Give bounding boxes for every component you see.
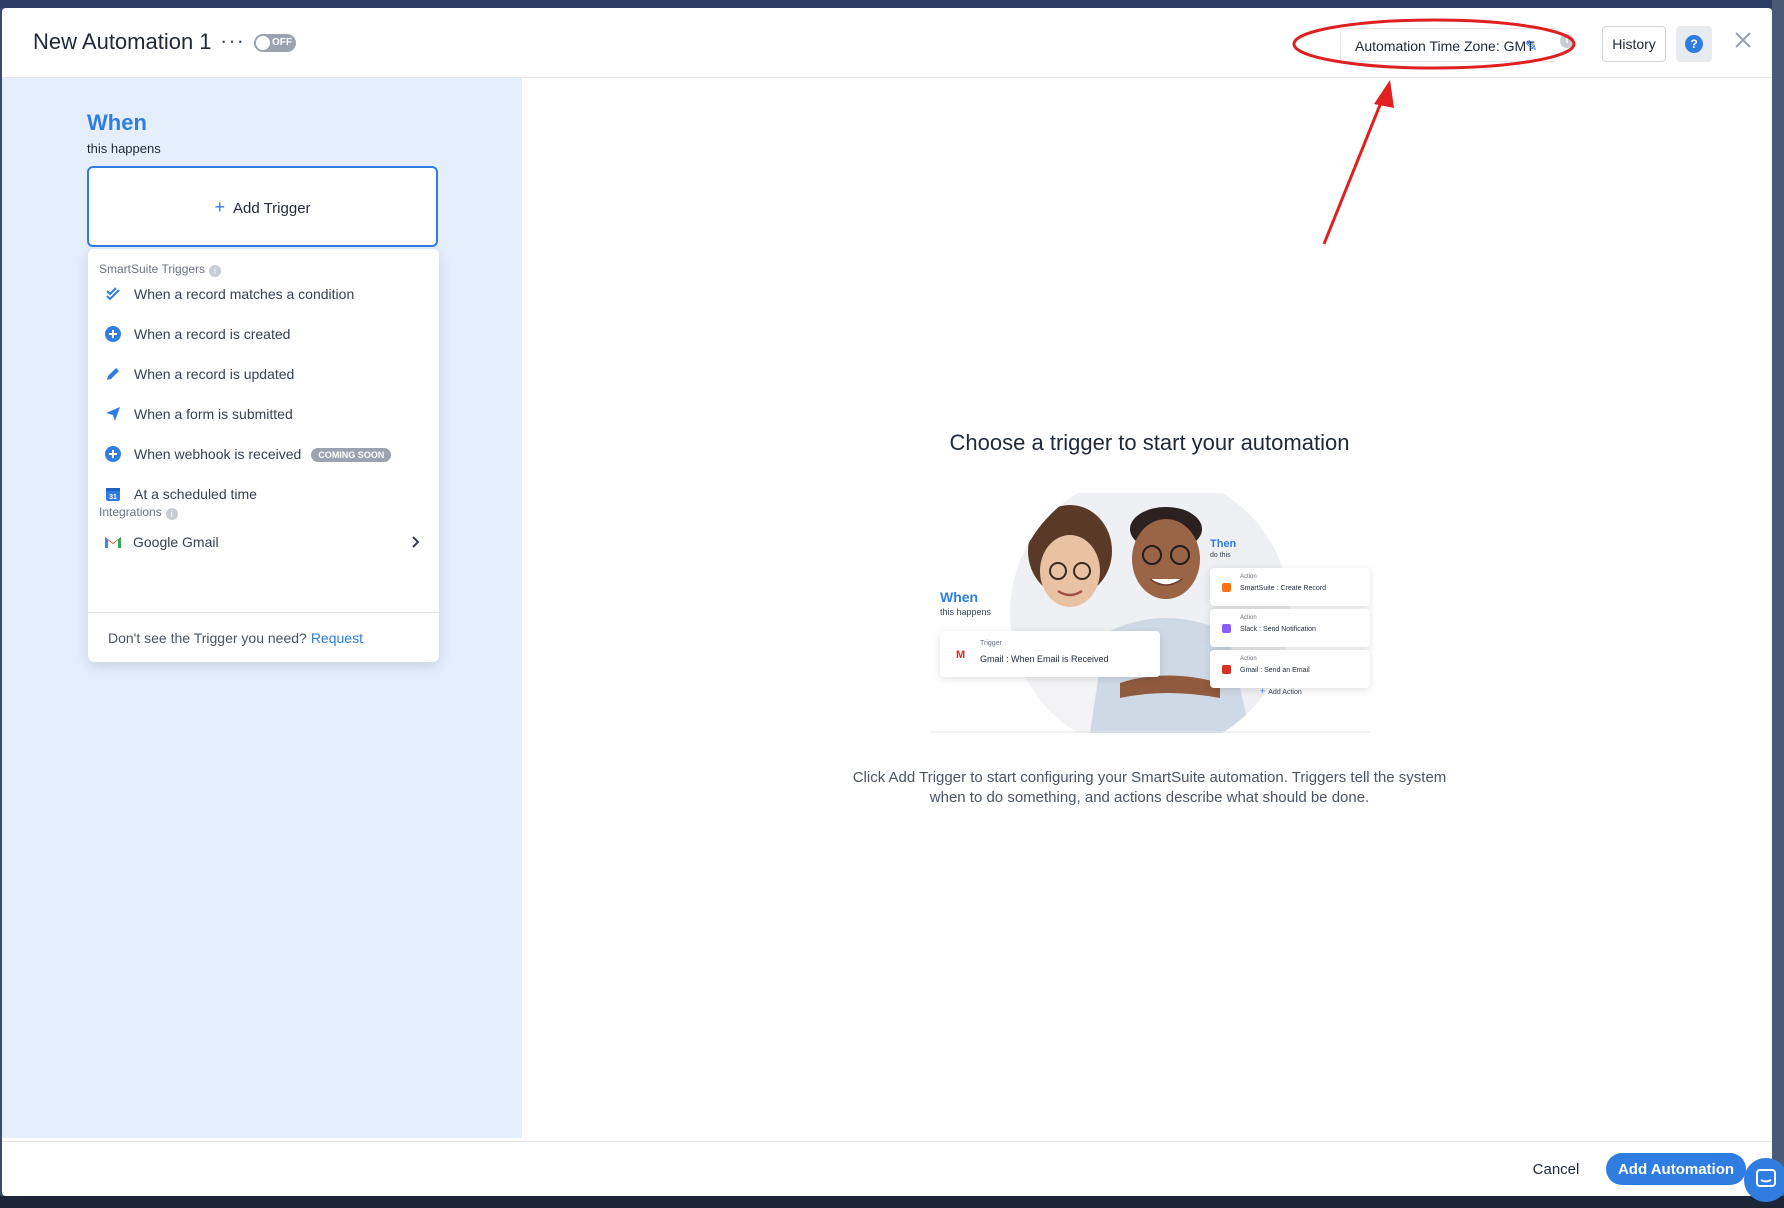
trigger-record-created[interactable]: When a record is created <box>88 317 439 351</box>
illustration-then: Then <box>1210 538 1237 550</box>
when-title: When <box>87 110 147 135</box>
backdrop-app-header <box>0 0 1784 8</box>
backdrop-app-edge <box>1772 0 1784 1208</box>
illustration-when-subtitle: this happens <box>940 607 992 617</box>
add-trigger-label: Add Trigger <box>232 200 311 217</box>
card-text: Gmail : Send an Email <box>1240 667 1310 674</box>
choose-trigger-title: Choose a trigger to start your automatio… <box>949 430 1350 455</box>
gmail-icon <box>105 537 121 548</box>
chevron-right-icon <box>412 536 420 548</box>
when-subtitle: this happens <box>87 141 161 156</box>
section-label: Integrations <box>99 505 162 519</box>
trigger-label: When a record is created <box>134 326 291 342</box>
toggle-knob <box>256 36 270 50</box>
request-link[interactable]: Request <box>311 630 363 646</box>
info-icon[interactable]: i <box>165 508 178 520</box>
trigger-dropdown: SmartSuite Triggers i When a record match… <box>88 249 439 662</box>
illustration-trigger-card: M Trigger Gmail : When Email is Received <box>940 631 1160 677</box>
backdrop-app-footer <box>0 1196 1784 1208</box>
footer-text: Don't see the Trigger you need? <box>108 630 307 646</box>
close-icon <box>1735 32 1751 48</box>
close-button[interactable] <box>1727 24 1759 56</box>
card-type: Trigger <box>980 640 1002 647</box>
description-line: Click Add Trigger to start configuring y… <box>852 769 1447 786</box>
cancel-button[interactable]: Cancel <box>1516 1154 1596 1184</box>
trigger-label: When a record is updated <box>134 366 295 382</box>
pencil-icon <box>107 368 119 380</box>
trigger-label: When a form is submitted <box>134 406 293 422</box>
add-trigger-content: + Add Trigger <box>89 197 436 218</box>
card-text: Slack : Send Notification <box>1240 626 1316 633</box>
section-label: SmartSuite Triggers <box>99 262 206 276</box>
slack-icon <box>1222 624 1231 633</box>
plus-icon: + <box>1260 686 1266 696</box>
integrations-heading: Integrations i <box>99 505 178 520</box>
add-action-label: Add Action <box>1268 689 1302 696</box>
trigger-label-with-badge: When webhook is received COMING SOON <box>134 446 392 462</box>
toggle-label: OFF <box>272 37 292 48</box>
card-type: Action <box>1240 615 1257 621</box>
coming-soon-badge: COMING SOON <box>311 448 392 462</box>
automation-title[interactable]: New Automation 1 <box>33 29 212 55</box>
add-automation-button[interactable]: Add Automation <box>1606 1153 1746 1185</box>
double-check-icon <box>106 287 120 301</box>
card-text: Gmail : When Email is Received <box>980 654 1109 664</box>
trigger-record-updated[interactable]: When a record is updated <box>88 357 439 391</box>
illustration-then-subtitle: do this <box>1210 552 1231 559</box>
help-button[interactable]: ? <box>1676 26 1712 62</box>
smartsuite-icon <box>1222 583 1231 592</box>
history-button[interactable]: History <box>1602 26 1666 62</box>
automation-modal: New Automation 1 ··· OFF Automation Time… <box>2 8 1772 1196</box>
plus-circle-icon <box>105 326 121 342</box>
trigger-record-matches-condition[interactable]: When a record matches a condition <box>88 277 439 311</box>
trigger-label: When webhook is received <box>134 446 302 462</box>
dropdown-divider <box>88 612 439 613</box>
calendar-icon: 31 <box>106 488 120 501</box>
info-icon[interactable]: i <box>209 265 222 277</box>
timezone-label: Automation Time Zone: GMT <box>1355 38 1535 54</box>
question-icon: ? <box>1685 35 1703 53</box>
send-icon <box>106 407 120 421</box>
illustration-action-card: Action SmartSuite : Create Record <box>1210 568 1370 606</box>
info-icon[interactable]: i <box>1560 34 1574 48</box>
add-trigger-button[interactable]: + Add Trigger <box>87 166 438 247</box>
trigger-label: At a scheduled time <box>134 486 257 502</box>
plus-circle-icon <box>105 446 121 462</box>
trigger-label: When a record matches a condition <box>134 286 355 302</box>
pencil-icon[interactable]: ✎ <box>1525 37 1538 55</box>
chat-icon <box>1756 1169 1776 1187</box>
timezone-selector[interactable]: Automation Time Zone: GMT ✎ <box>1340 28 1555 62</box>
card-type: Action <box>1240 656 1257 662</box>
modal-footer: Cancel Add Automation <box>2 1141 1772 1196</box>
illustration-action-card: Action Gmail : Send an Email <box>1210 650 1370 688</box>
integration-label: Google Gmail <box>133 534 219 550</box>
main-panel: Choose a trigger to start your automatio… <box>522 78 1772 1138</box>
request-trigger-text: Don't see the Trigger you need? Request <box>108 630 363 646</box>
illustration-when: When <box>940 589 979 605</box>
calendar-day: 31 <box>109 494 117 501</box>
chat-support-button[interactable] <box>1744 1158 1784 1202</box>
trigger-form-submitted[interactable]: When a form is submitted <box>88 397 439 431</box>
gmail-icon: M <box>956 649 966 661</box>
integration-google-gmail[interactable]: Google Gmail <box>88 525 439 559</box>
trigger-panel: When this happens + Add Trigger SmartSuit… <box>2 78 522 1138</box>
card-type: Action <box>1240 574 1257 580</box>
illustration-action-card: Action Slack : Send Notification <box>1210 609 1370 647</box>
illustration-add-action: + Add Action <box>1260 686 1302 696</box>
trigger-webhook-received[interactable]: When webhook is received COMING SOON <box>88 437 439 471</box>
smartsuite-triggers-heading: SmartSuite Triggers i <box>99 262 222 277</box>
card-text: SmartSuite : Create Record <box>1240 585 1326 592</box>
automation-toggle[interactable]: OFF <box>254 34 296 52</box>
automation-illustration: When this happens Then do this M Trigger… <box>930 493 1370 733</box>
more-options-button[interactable]: ··· <box>220 28 245 54</box>
modal-header: New Automation 1 ··· OFF Automation Time… <box>2 8 1772 78</box>
description-line: when to do something, and actions descri… <box>929 789 1370 806</box>
gmail-icon <box>1222 665 1231 674</box>
plus-icon: + <box>214 197 225 217</box>
trigger-description: Click Add Trigger to start configuring y… <box>522 768 1772 808</box>
